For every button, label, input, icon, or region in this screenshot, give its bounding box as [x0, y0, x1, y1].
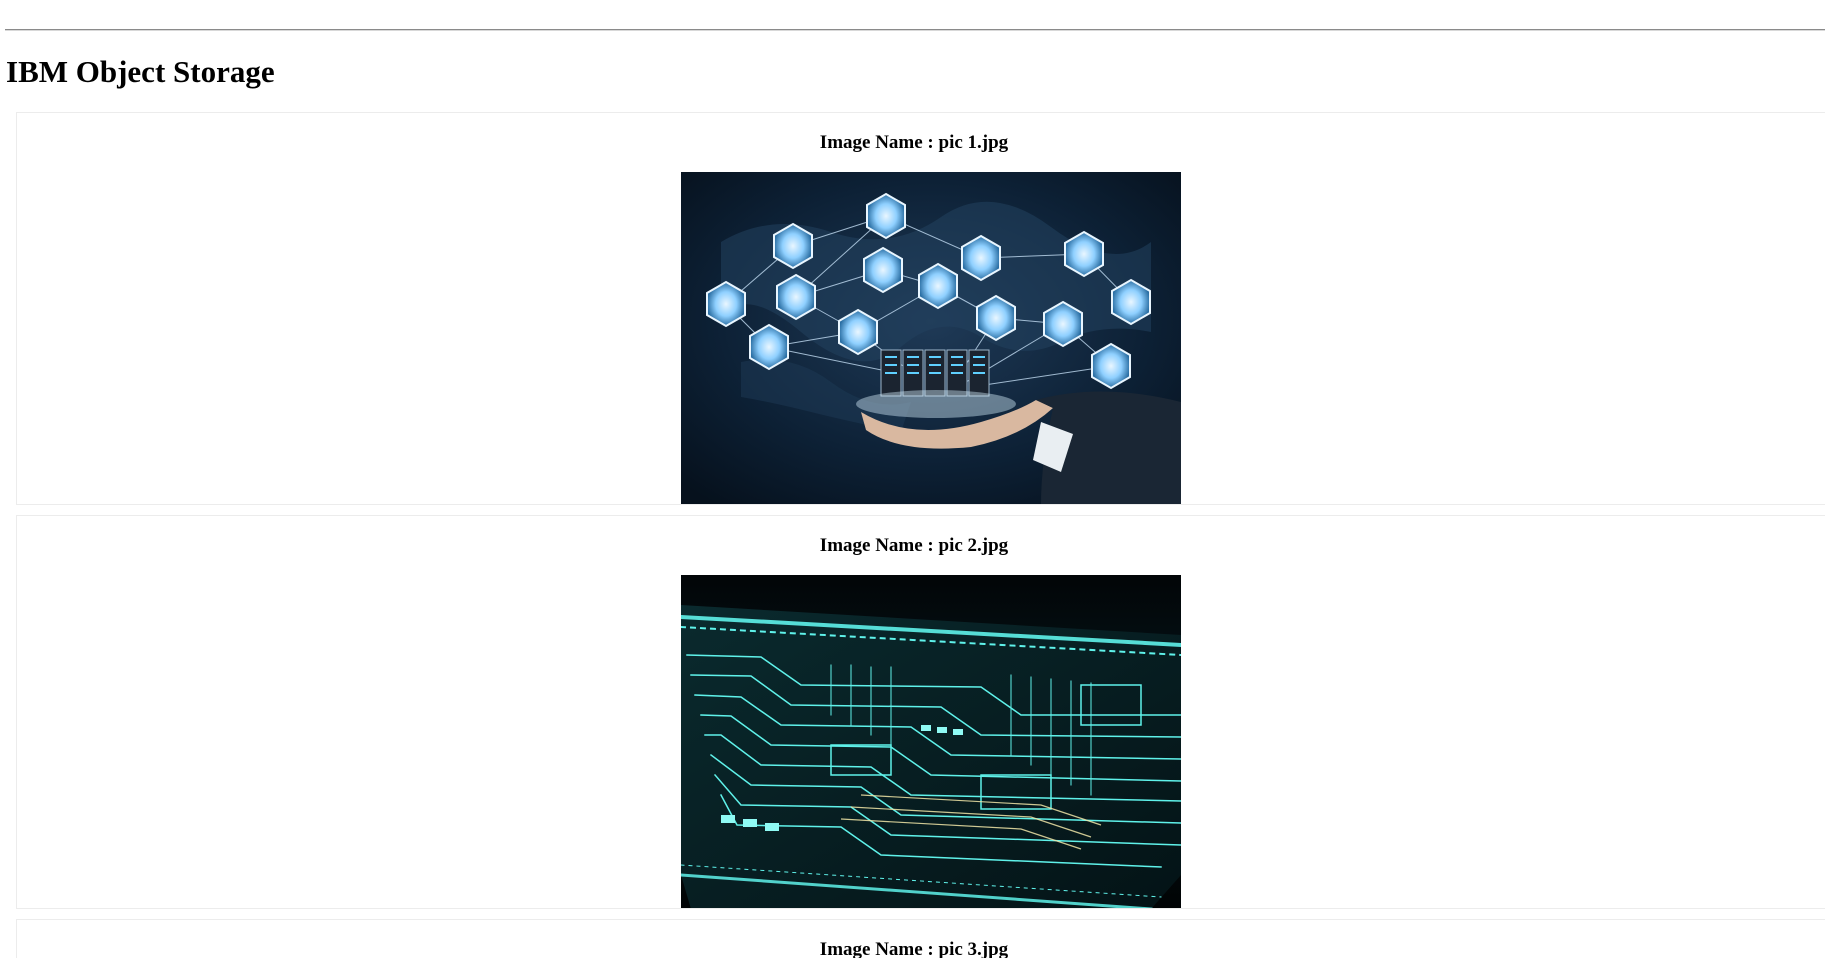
- page: IBM Object Storage Image Name : pic 1.jp…: [0, 0, 1825, 958]
- image-name-label: Image Name : pic 1.jpg: [819, 132, 1009, 153]
- image-name-label: Image Name : pic 3.jpg: [819, 939, 1009, 958]
- image-card: Image Name : pic 3.jpg: [16, 919, 1825, 958]
- image-name-label: Image Name : pic 2.jpg: [819, 535, 1009, 556]
- horizontal-rule: [5, 29, 1825, 31]
- image-card: Image Name : pic 2.jpg: [16, 515, 1825, 909]
- page-title: IBM Object Storage: [6, 54, 275, 89]
- image-card: Image Name : pic 1.jpg: [16, 112, 1825, 505]
- circuit-board-image: [681, 575, 1181, 908]
- network-cloud-image: [681, 172, 1181, 504]
